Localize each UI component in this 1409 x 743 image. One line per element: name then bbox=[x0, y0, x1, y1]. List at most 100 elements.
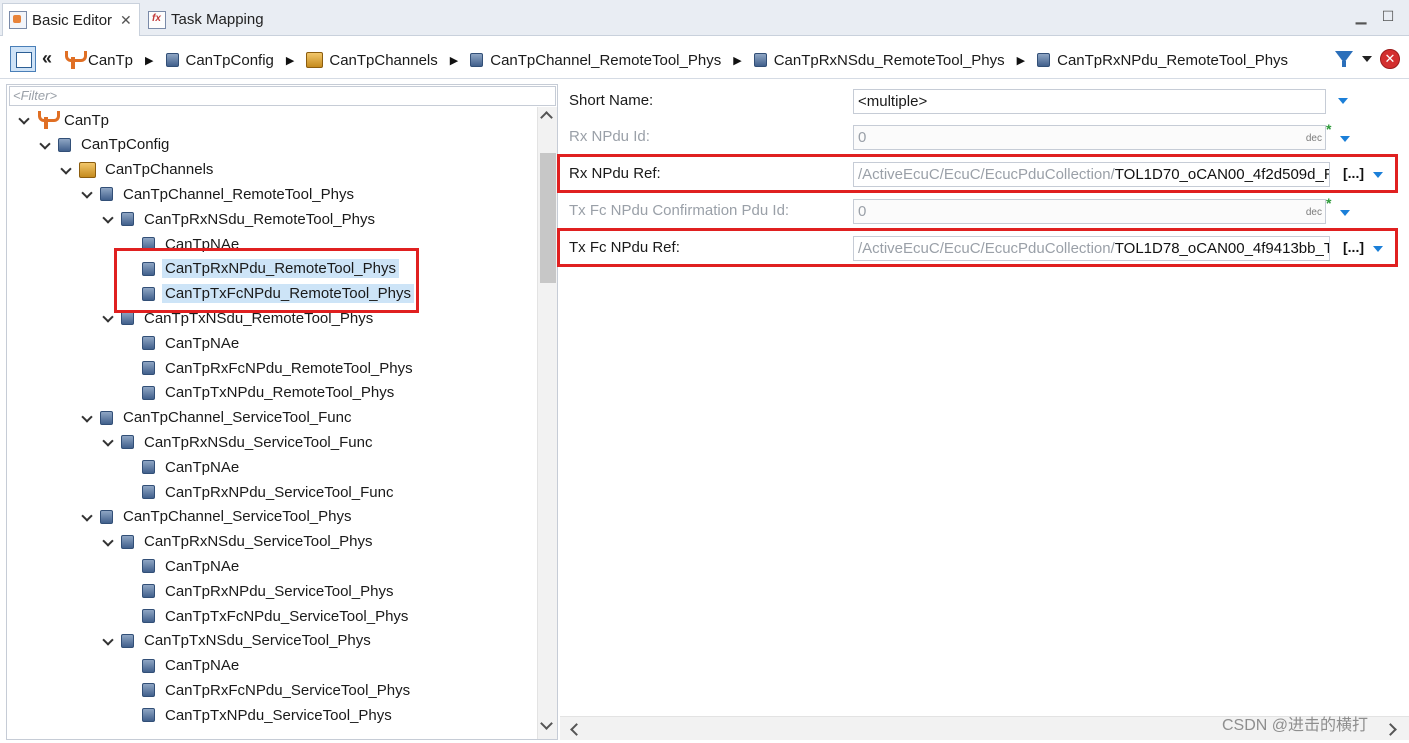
expand-chevron-icon[interactable] bbox=[38, 138, 52, 151]
expand-chevron-icon[interactable] bbox=[101, 311, 115, 324]
tree-item[interactable]: CanTpRxNPdu_ServiceTool_Phys bbox=[122, 580, 396, 602]
short-name-field[interactable]: <multiple> bbox=[853, 89, 1326, 114]
scroll-thumb[interactable] bbox=[540, 153, 556, 283]
tree-item[interactable]: CanTpChannels bbox=[59, 159, 216, 181]
chevron-down-icon bbox=[102, 435, 114, 448]
minimize-icon[interactable]: ▁ bbox=[1352, 7, 1370, 25]
close-error-icon[interactable]: ✕ bbox=[1380, 49, 1400, 69]
tx-fc-conf-id-field[interactable]: 0 dec bbox=[853, 199, 1326, 224]
tree-item[interactable]: CanTpRxFcNPdu_RemoteTool_Phys bbox=[122, 357, 416, 379]
chevron-down-icon bbox=[18, 113, 30, 125]
package-icon bbox=[306, 52, 324, 68]
filter-dropdown-icon[interactable] bbox=[1362, 56, 1372, 62]
collapse-breadcrumb-icon[interactable]: « bbox=[42, 48, 52, 69]
scroll-right-icon[interactable] bbox=[1384, 723, 1397, 736]
breadcrumb-label: CanTpRxNSdu_RemoteTool_Phys bbox=[773, 51, 1005, 69]
breadcrumb-item-channel[interactable]: CanTpChannel_RemoteTool_Phys bbox=[470, 52, 721, 69]
highlight-box-rx-npdu-ref bbox=[557, 154, 1398, 193]
container-icon bbox=[121, 534, 134, 549]
chevron-down-icon bbox=[102, 634, 114, 646]
breadcrumb-label: CanTpChannel_RemoteTool_Phys bbox=[490, 51, 722, 69]
tab-basic-editor[interactable]: Basic Editor ✕ bbox=[2, 3, 140, 36]
tree-item[interactable]: CanTpNAe bbox=[122, 456, 242, 478]
tree-item[interactable]: CanTpNAe bbox=[122, 555, 242, 577]
tx-fc-conf-id-label: Tx Fc NPdu Confirmation Pdu Id: bbox=[569, 202, 790, 219]
expand-chevron-icon[interactable] bbox=[59, 162, 73, 176]
breadcrumb-separator-icon[interactable]: ▶ bbox=[1017, 54, 1025, 67]
tree-item[interactable]: CanTpChannel_RemoteTool_Phys bbox=[80, 183, 357, 205]
breadcrumb-item-cantp[interactable]: CanTp bbox=[64, 51, 133, 69]
expand-chevron-icon[interactable] bbox=[101, 212, 115, 225]
expand-chevron-icon[interactable] bbox=[17, 113, 31, 126]
breadcrumb-separator-icon[interactable]: ▶ bbox=[733, 54, 741, 67]
expand-chevron-icon[interactable] bbox=[80, 510, 94, 523]
chevron-down-icon bbox=[102, 534, 114, 547]
breadcrumb-item-rxnpdu[interactable]: CanTpRxNPdu_RemoteTool_Phys bbox=[1037, 52, 1288, 69]
tab-label: Task Mapping bbox=[171, 11, 264, 28]
tree-item[interactable]: CanTpRxNSdu_RemoteTool_Phys bbox=[101, 208, 378, 230]
breadcrumb-separator-icon[interactable]: ▶ bbox=[450, 54, 458, 67]
tree-item-label: CanTpConfig bbox=[81, 136, 170, 154]
tree-item[interactable]: CanTpRxNPdu_ServiceTool_Func bbox=[122, 481, 396, 503]
highlight-box-tx-fc-npdu-ref bbox=[557, 228, 1398, 267]
tree-item[interactable]: CanTpTxFcNPdu_ServiceTool_Phys bbox=[122, 605, 411, 627]
container-icon bbox=[100, 410, 113, 425]
expand-chevron-icon[interactable] bbox=[101, 634, 115, 647]
tree-item-label: CanTpRxNSdu_ServiceTool_Func bbox=[144, 433, 373, 451]
container-icon bbox=[121, 212, 134, 227]
tree-item-label: CanTpTxNPdu_RemoteTool_Phys bbox=[165, 384, 395, 402]
link-with-editor-icon[interactable] bbox=[10, 46, 36, 72]
watermark: CSDN @进击的横打 bbox=[1222, 717, 1369, 734]
tree-item[interactable]: CanTpRxNSdu_ServiceTool_Phys bbox=[101, 531, 375, 553]
tree-item[interactable]: CanTpChannel_ServiceTool_Func bbox=[80, 407, 354, 429]
rx-npdu-id-dropdown-icon[interactable] bbox=[1340, 136, 1350, 142]
rx-npdu-id-field[interactable]: 0 dec bbox=[853, 125, 1326, 150]
tree-item[interactable]: CanTpTxNPdu_ServiceTool_Phys bbox=[122, 704, 395, 726]
tree-item[interactable]: CanTp bbox=[17, 109, 112, 131]
breadcrumb: CanTp ▶ CanTpConfig ▶ CanTpChannels ▶ Ca… bbox=[64, 49, 1288, 71]
tx-fc-conf-id-format: dec bbox=[1305, 207, 1322, 218]
tree-item[interactable]: CanTpRxNSdu_ServiceTool_Func bbox=[101, 431, 375, 453]
tree-item-label: CanTpTxFcNPdu_ServiceTool_Phys bbox=[165, 607, 409, 625]
filter-input[interactable]: <Filter> bbox=[9, 86, 556, 106]
tree-item[interactable]: CanTpNAe bbox=[122, 655, 242, 677]
tree-item-label: CanTpChannel_ServiceTool_Phys bbox=[123, 508, 352, 526]
module-icon bbox=[37, 111, 60, 129]
property-short-name: Short Name: <multiple> bbox=[560, 86, 1409, 116]
expand-chevron-icon[interactable] bbox=[101, 435, 115, 448]
tree-panel: <Filter> CanTp CanTpConfig CanTpChannels Ca… bbox=[6, 84, 558, 740]
breadcrumb-item-cantpchannels[interactable]: CanTpChannels bbox=[306, 52, 438, 69]
chevron-down-icon bbox=[81, 510, 93, 522]
scroll-down-icon[interactable] bbox=[540, 717, 553, 730]
tree-item[interactable]: CanTpConfig bbox=[38, 134, 172, 156]
tree-item[interactable]: CanTpTxNSdu_ServiceTool_Phys bbox=[101, 630, 374, 652]
tree-scrollbar[interactable] bbox=[537, 107, 557, 739]
tab-task-mapping[interactable]: Task Mapping bbox=[142, 3, 272, 36]
expand-chevron-icon[interactable] bbox=[101, 534, 115, 548]
tree-item[interactable]: CanTpNAe bbox=[122, 332, 242, 354]
breadcrumb-item-rxnsdu[interactable]: CanTpRxNSdu_RemoteTool_Phys bbox=[753, 51, 1005, 69]
expand-chevron-icon[interactable] bbox=[80, 187, 94, 200]
rx-npdu-id-label: Rx NPdu Id: bbox=[569, 128, 650, 145]
maximize-icon[interactable]: ☐ bbox=[1379, 7, 1397, 25]
container-icon bbox=[121, 435, 134, 450]
expand-chevron-icon[interactable] bbox=[80, 410, 94, 424]
close-icon[interactable]: ✕ bbox=[120, 12, 132, 29]
short-name-dropdown-icon[interactable] bbox=[1338, 98, 1348, 104]
breadcrumb-item-cantpconfig[interactable]: CanTpConfig bbox=[165, 52, 274, 69]
config-tree: CanTp CanTpConfig CanTpChannels CanTpChanne… bbox=[7, 107, 536, 739]
tx-fc-conf-id-dropdown-icon[interactable] bbox=[1340, 210, 1350, 216]
filter-funnel-stem bbox=[1342, 61, 1346, 67]
scroll-left-icon[interactable] bbox=[570, 723, 583, 736]
breadcrumb-separator-icon[interactable]: ▶ bbox=[145, 54, 153, 67]
tab-label: Basic Editor bbox=[32, 11, 113, 29]
tree-item[interactable]: CanTpTxNPdu_RemoteTool_Phys bbox=[122, 382, 397, 404]
tree-item[interactable]: CanTpChannel_ServiceTool_Phys bbox=[80, 506, 354, 528]
breadcrumb-separator-icon[interactable]: ▶ bbox=[286, 54, 294, 67]
tree-item-label: CanTpRxFcNPdu_RemoteTool_Phys bbox=[165, 359, 413, 377]
highlight-box-tree bbox=[114, 248, 419, 313]
tree-item[interactable]: CanTpRxFcNPdu_ServiceTool_Phys bbox=[122, 679, 413, 701]
scroll-up-icon[interactable] bbox=[540, 111, 553, 124]
tree-item-label: CanTpNAe bbox=[165, 557, 240, 575]
tree-item-label: CanTpNAe bbox=[165, 458, 240, 476]
